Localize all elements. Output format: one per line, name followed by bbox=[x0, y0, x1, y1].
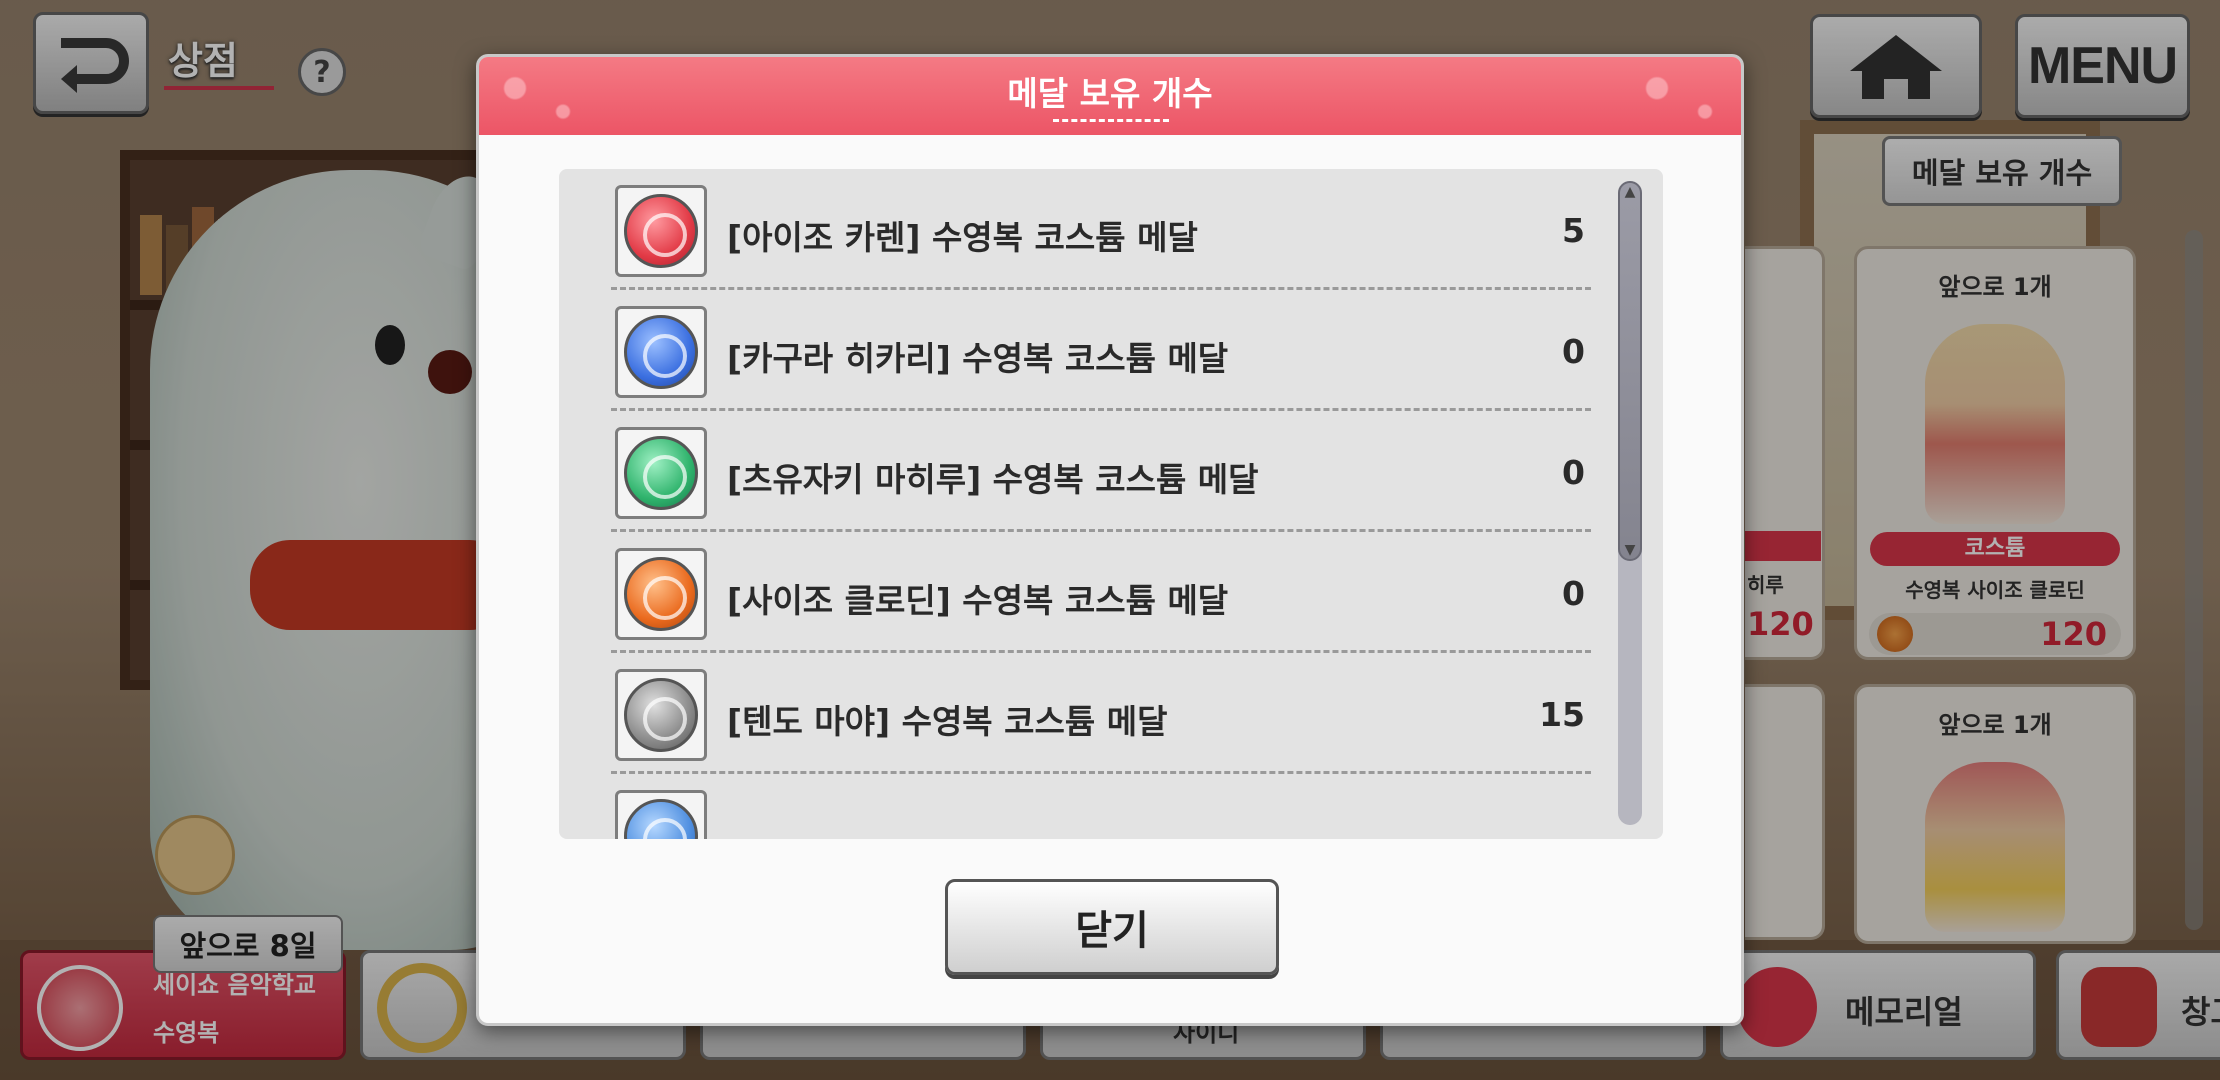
medal-count: 5 bbox=[1562, 211, 1585, 250]
scroll-down-icon[interactable]: ▼ bbox=[1623, 543, 1637, 557]
medal-green-icon bbox=[624, 436, 698, 510]
scroll-up-icon[interactable]: ▲ bbox=[1623, 185, 1637, 199]
list-item-partial bbox=[611, 774, 1591, 839]
list-item: [텐도 마야] 수영복 코스튬 메달 15 bbox=[611, 653, 1591, 774]
medal-gray-icon bbox=[624, 678, 698, 752]
close-button[interactable]: 닫기 bbox=[945, 879, 1279, 975]
medal-name: [아이조 카렌] 수영복 코스튬 메달 bbox=[727, 218, 1198, 257]
medal-frame bbox=[615, 306, 707, 398]
medal-red-icon bbox=[624, 194, 698, 268]
medal-count: 0 bbox=[1562, 332, 1585, 371]
medal-count: 15 bbox=[1539, 695, 1585, 734]
list-item: [카구라 히카리] 수영복 코스튬 메달 0 bbox=[611, 290, 1591, 411]
dialog-title: 메달 보유 개수 bbox=[1007, 74, 1213, 113]
medal-name: [츠유자키 마히루] 수영복 코스튬 메달 bbox=[727, 460, 1259, 499]
list-item: [사이조 클로딘] 수영복 코스튬 메달 0 bbox=[611, 532, 1591, 653]
medal-name: [사이조 클로딘] 수영복 코스튬 메달 bbox=[727, 581, 1229, 620]
medal-frame bbox=[615, 548, 707, 640]
medal-frame bbox=[615, 669, 707, 761]
medal-lightblue-icon bbox=[624, 799, 698, 839]
medal-name: [카구라 히카리] 수영복 코스튬 메달 bbox=[727, 339, 1229, 378]
list-scrollbar-thumb[interactable] bbox=[1618, 181, 1642, 561]
title-underline bbox=[1053, 119, 1169, 122]
medal-count: 0 bbox=[1562, 453, 1585, 492]
medal-orange-icon bbox=[624, 557, 698, 631]
medal-blue-icon bbox=[624, 315, 698, 389]
medal-frame bbox=[615, 427, 707, 519]
list-item: [아이조 카렌] 수영복 코스튬 메달 5 bbox=[611, 169, 1591, 290]
medal-name: [텐도 마야] 수영복 코스튬 메달 bbox=[727, 702, 1168, 741]
dialog-header: 메달 보유 개수 bbox=[479, 57, 1741, 135]
medal-frame bbox=[615, 185, 707, 277]
medal-count-dialog: 메달 보유 개수 [아이조 카렌] 수영복 코스튬 메달 5 [카구라 히카리]… bbox=[476, 54, 1744, 1026]
medal-list[interactable]: [아이조 카렌] 수영복 코스튬 메달 5 [카구라 히카리] 수영복 코스튬 … bbox=[559, 169, 1663, 839]
list-item: [츠유자키 마히루] 수영복 코스튬 메달 0 bbox=[611, 411, 1591, 532]
medal-count: 0 bbox=[1562, 574, 1585, 613]
medal-frame bbox=[615, 790, 707, 839]
